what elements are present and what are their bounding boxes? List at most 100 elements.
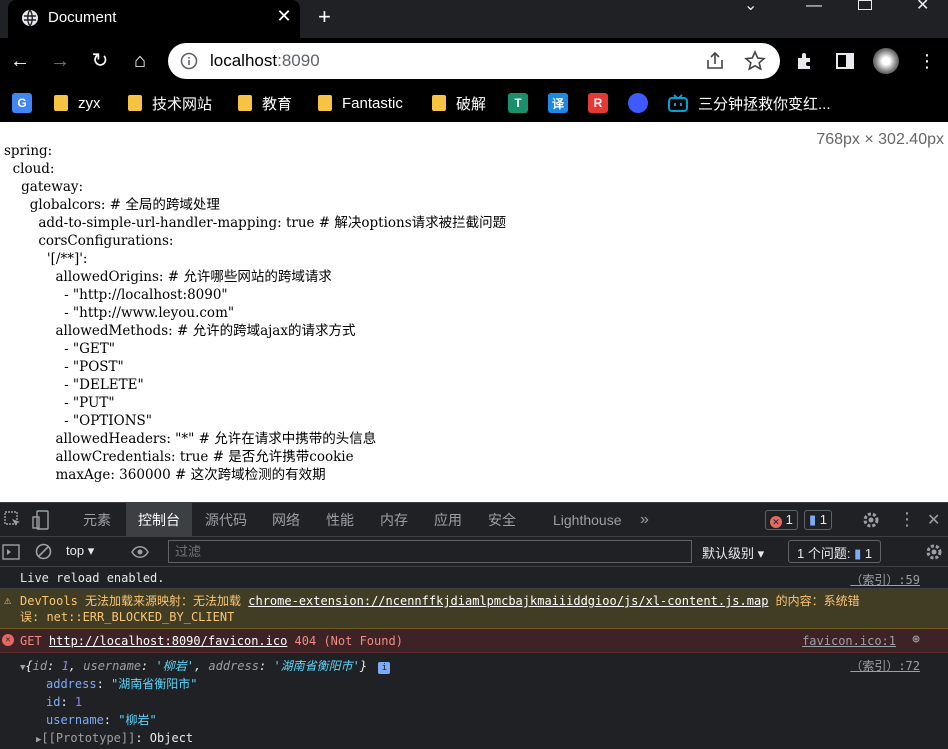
browser-tab[interactable]: Document ✕ (8, 0, 300, 38)
warning-line2: 误: net::ERR_BLOCKED_BY_CLIENT (20, 610, 235, 624)
bookmark-folder[interactable]: 破解 (432, 84, 486, 122)
bookmark-site[interactable]: T (508, 84, 536, 122)
error-icon: ✕ (2, 634, 14, 646)
source-link[interactable]: （索引）:59 (850, 571, 920, 588)
tab-elements[interactable]: 元素 (83, 503, 111, 537)
object-summary[interactable]: ▼{id: 1, username: '柳岩', address: '湖南省衡阳… (20, 657, 391, 674)
property-key: address (46, 677, 97, 691)
more-tabs-icon[interactable]: » (640, 503, 649, 537)
source-link[interactable]: （索引）:72 (850, 657, 920, 674)
bookmark-label: 技术网站 (152, 95, 213, 113)
network-request-icon[interactable]: ⊛ (912, 632, 920, 647)
bookmark-folder[interactable]: Fantastic (318, 84, 403, 122)
error-count-badge[interactable]: ✕ 1 (765, 510, 798, 530)
bilibili-icon (668, 94, 688, 112)
bookmark-folder[interactable]: 教育 (238, 84, 292, 122)
issues-button[interactable]: 1 个问题: ▮ 1 (788, 540, 882, 563)
site-c-icon (628, 93, 648, 113)
bookmark-star-icon[interactable] (744, 50, 766, 72)
info-icon[interactable] (180, 52, 198, 70)
bookmark-bilibili[interactable]: 三分钟拯救你变红... (668, 84, 831, 122)
devtools-menu-icon[interactable]: ⋮ (898, 509, 916, 530)
console-filter-bar: top ▾ 默认级别 ▾ 1 个问题: ▮ 1 (0, 537, 948, 567)
google-translate-icon: G (12, 93, 32, 113)
translate-bookmark[interactable]: G (12, 84, 40, 122)
bookmark-site[interactable] (628, 84, 656, 122)
issues-label: 1 个问题: (797, 546, 851, 561)
profile-avatar[interactable] (873, 48, 899, 74)
menu-icon[interactable]: ⋮ (914, 48, 940, 74)
tab-search-icon[interactable]: ⌄ (744, 0, 757, 20)
bookmark-site[interactable]: R (588, 84, 616, 122)
source-link[interactable]: favicon.ico:1 (802, 634, 896, 648)
inspect-icon[interactable] (4, 511, 22, 529)
side-panel-icon[interactable] (835, 51, 855, 71)
minimize-icon[interactable]: — (806, 0, 822, 20)
property-row: address: "湖南省衡阳市" (46, 677, 198, 691)
context-value: top (66, 543, 85, 558)
close-devtools-icon[interactable]: ✕ (927, 510, 940, 530)
warning-text: DevTools 无法加载来源映射：无法加载 chrome-extension:… (20, 593, 924, 625)
bookmark-folder[interactable]: 技术网站 (128, 84, 212, 122)
error-count: 1 (785, 512, 793, 527)
new-tab-icon[interactable]: + (318, 4, 331, 30)
warning-link[interactable]: chrome-extension://ncennffkjdiamlpmcbajk… (248, 594, 768, 608)
tab-network[interactable]: 网络 (272, 503, 300, 537)
context-selector[interactable]: top ▾ (66, 543, 94, 559)
prototype-key: [[Prototype]] (41, 731, 136, 745)
device-toolbar-icon[interactable] (32, 510, 50, 530)
info-badge-icon[interactable]: i (378, 662, 391, 674)
devtools-panel: 元素 控制台 源代码 网络 性能 内存 应用 安全 Lighthouse » ✕… (0, 502, 948, 747)
error-method: GET (20, 634, 49, 648)
tab-console[interactable]: 控制台 (126, 503, 192, 537)
warning-prefix: DevTools 无法加载来源映射：无法加载 (20, 594, 249, 608)
error-url-link[interactable]: http://localhost:8090/favicon.ico (49, 634, 287, 648)
tab-sources[interactable]: 源代码 (205, 503, 247, 537)
maximize-icon[interactable] (858, 0, 872, 10)
prototype-row[interactable]: ▶[[Prototype]]: Object (36, 729, 197, 749)
reload-icon[interactable]: ↻ (87, 48, 113, 74)
settings-gear-icon[interactable] (862, 511, 880, 529)
home-icon[interactable]: ⌂ (127, 48, 153, 74)
tab-title: Document (48, 9, 117, 26)
share-icon[interactable] (704, 50, 726, 72)
tab-application[interactable]: 应用 (434, 503, 462, 537)
property-key: id (46, 695, 61, 709)
log-level-value: 默认级别 (702, 546, 755, 561)
sidebar-toggle-icon[interactable] (2, 544, 20, 560)
close-tab-icon[interactable]: ✕ (274, 6, 294, 27)
log-level-dropdown[interactable]: 默认级别 ▾ (702, 543, 764, 562)
message-count: 1 (819, 512, 828, 527)
clear-console-icon[interactable] (35, 543, 52, 560)
tab-performance[interactable]: 性能 (326, 503, 354, 537)
bookmarks-bar: G zyx 技术网站 教育 Fantastic 破解 T 译 R 三分钟拯救你变… (0, 84, 948, 122)
property-key: username (46, 713, 104, 727)
bookmark-site[interactable]: 译 (548, 84, 576, 122)
brace: { (25, 659, 33, 673)
url-host: localhost (210, 51, 278, 70)
tab-memory[interactable]: 内存 (380, 503, 408, 537)
close-window-icon[interactable]: ✕ (916, 0, 929, 20)
filter-input[interactable] (168, 540, 692, 563)
property-value: 1 (74, 695, 83, 709)
forward-icon[interactable]: → (47, 48, 73, 74)
site-t-icon: T (508, 93, 528, 113)
bookmark-label: zyx (78, 94, 101, 112)
tab-security[interactable]: 安全 (488, 503, 516, 537)
title-bar: Document ✕ + ⌄ — ✕ (0, 0, 948, 38)
address-bar[interactable]: localhost:8090 (168, 43, 780, 79)
tab-lighthouse[interactable]: Lighthouse (553, 503, 622, 537)
folder-icon (238, 95, 252, 111)
bookmark-label: Fantastic (342, 94, 403, 112)
back-icon[interactable]: ← (7, 48, 33, 74)
preview-key: address (208, 659, 259, 673)
console-settings-icon[interactable] (925, 543, 943, 561)
property-value: "柳岩" (118, 713, 157, 727)
prototype-value: Object (149, 731, 194, 745)
bookmark-folder[interactable]: zyx (54, 84, 101, 122)
preview-value: '柳岩' (155, 659, 194, 673)
extensions-icon[interactable] (795, 51, 815, 71)
eye-icon[interactable] (131, 545, 149, 559)
error-status: 404 (Not Found) (287, 634, 403, 648)
message-count-badge[interactable]: ▮ 1 (804, 510, 833, 530)
